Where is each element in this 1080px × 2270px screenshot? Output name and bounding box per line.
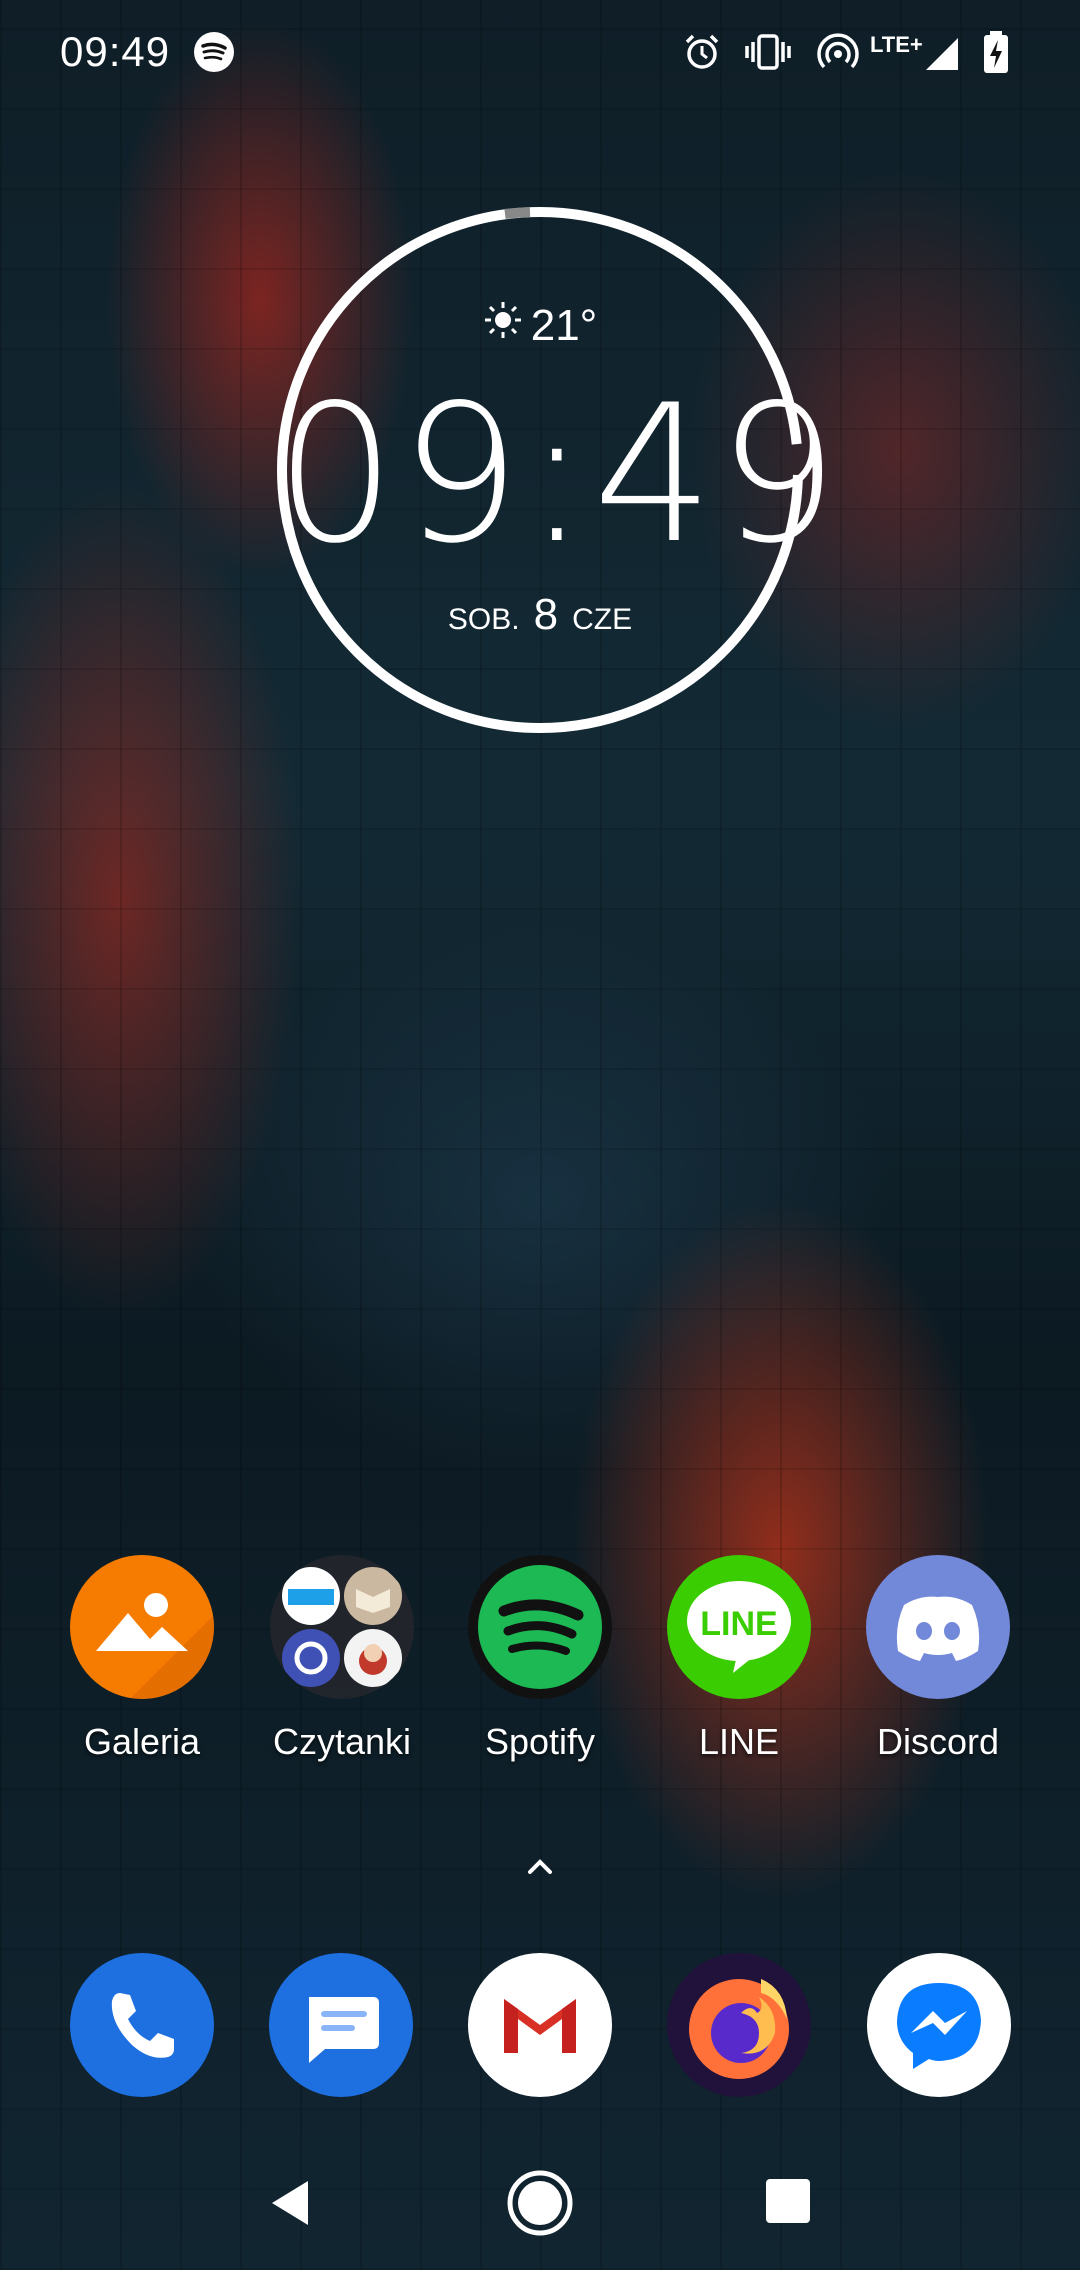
weather: 21°	[275, 300, 805, 351]
phone-icon[interactable]	[70, 1953, 214, 2097]
hotspot-icon	[814, 28, 862, 76]
app-label: LINE	[698, 1721, 780, 1762]
app-label: Discord	[876, 1721, 1000, 1762]
app-line[interactable]: LINE LINE	[659, 1555, 819, 1763]
app-drawer-arrow-icon[interactable]	[515, 1850, 565, 1880]
book-icon	[344, 1567, 402, 1625]
app-discord[interactable]: Discord	[858, 1555, 1018, 1763]
status-bar: 09:49 LTE+	[0, 0, 1080, 110]
widget-hours: 09	[275, 364, 525, 585]
svg-text:LINE: LINE	[700, 1605, 777, 1643]
day-number: 8	[533, 590, 559, 639]
widget-date: SOB. 8 CZE	[275, 590, 805, 640]
widget-separator: :	[524, 364, 593, 585]
app-spotify[interactable]: Spotify	[460, 1555, 620, 1763]
home-button[interactable]	[505, 2168, 575, 2238]
folder-czytanki[interactable]: Czytanki	[262, 1555, 422, 1763]
manga-rock-icon	[282, 1567, 340, 1625]
clock-widget[interactable]: 21° 09:49 SOB. 8 CZE	[275, 205, 839, 735]
app-label: Czytanki	[272, 1721, 412, 1762]
discord-icon	[866, 1555, 1010, 1699]
app-label: Spotify	[484, 1721, 596, 1762]
alarm-icon	[678, 28, 726, 76]
spotify-icon	[190, 28, 238, 76]
spotify-app-icon	[468, 1555, 612, 1699]
messenger-icon[interactable]	[867, 1953, 1011, 2097]
messages-icon[interactable]	[269, 1953, 413, 2097]
folder-icon	[270, 1555, 414, 1699]
sun-icon	[483, 300, 523, 351]
day-of-week: SOB.	[447, 603, 520, 636]
app-label: Galeria	[83, 1721, 201, 1762]
status-time: 09:49	[60, 28, 171, 75]
gmail-icon[interactable]	[468, 1953, 612, 2097]
month: CZE	[572, 603, 633, 636]
lte-signal-icon	[918, 28, 966, 76]
gallery-icon	[70, 1555, 214, 1699]
reader-icon	[282, 1629, 340, 1687]
firefox-icon[interactable]	[667, 1953, 811, 2097]
recents-button[interactable]	[762, 2175, 814, 2227]
navigation-bar	[0, 2140, 1080, 2270]
widget-time: 09:49	[275, 380, 839, 570]
widget-minutes: 49	[592, 364, 843, 585]
battery-charging-icon	[972, 28, 1020, 76]
line-icon: LINE	[667, 1555, 811, 1699]
temperature: 21°	[530, 300, 598, 350]
app-galeria[interactable]: Galeria	[62, 1555, 222, 1763]
vibrate-icon	[744, 28, 792, 76]
comic-icon	[344, 1629, 402, 1687]
network-label: LTE+	[870, 32, 923, 57]
back-button[interactable]	[262, 2173, 322, 2233]
